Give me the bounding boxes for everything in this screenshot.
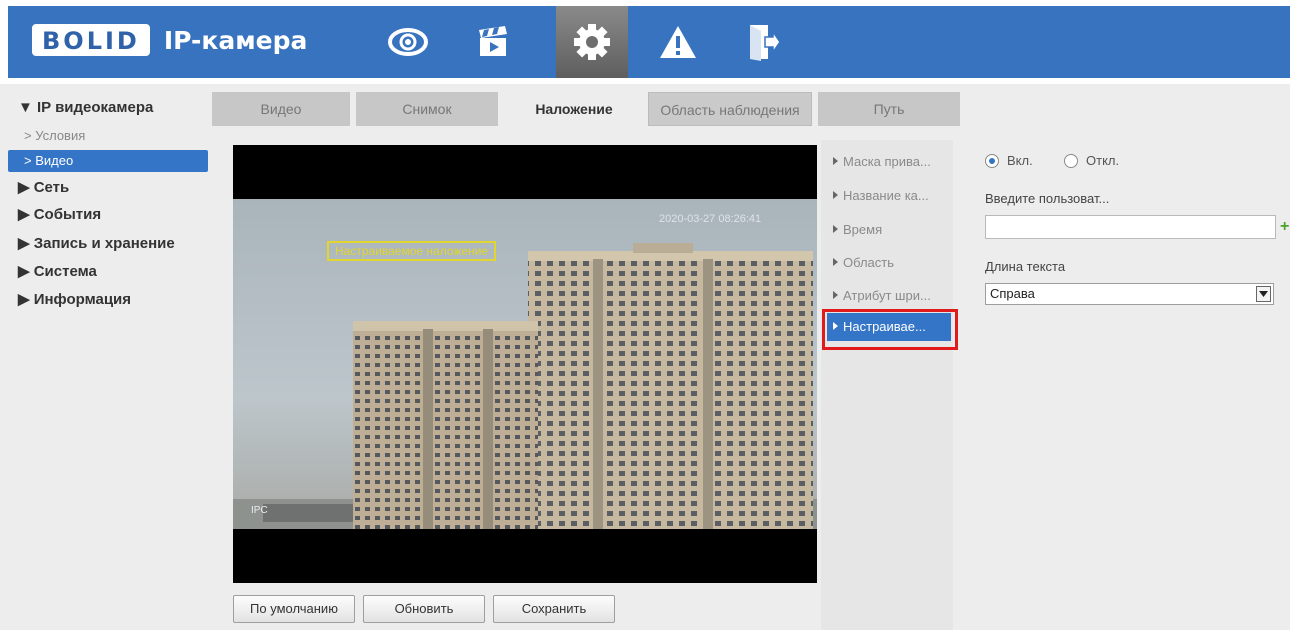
gear-icon [574, 24, 610, 60]
text-length-label: Длина текста [985, 259, 1066, 274]
radio-on[interactable]: Вкл. [985, 153, 1033, 168]
tab-snapshot[interactable]: Снимок [356, 92, 498, 126]
warning-icon [660, 26, 696, 58]
submenu-item-label: Название ка... [843, 188, 929, 203]
tab-overlay[interactable]: Наложение [504, 92, 644, 126]
sidebar-item-video[interactable]: > Видео [8, 150, 208, 172]
triangle-right-icon [833, 291, 838, 299]
video-timestamp: 2020-03-27 08:26:41 [659, 213, 762, 225]
triangle-right-icon [833, 157, 838, 165]
eye-icon [388, 28, 428, 56]
logo: BOLID IP-камера [32, 24, 307, 56]
custom-text-input[interactable] [985, 215, 1276, 239]
tab-bar: Видео Снимок Наложение Область наблюдени… [212, 92, 1290, 126]
save-button[interactable]: Сохранить [493, 595, 615, 623]
radio-unselected-icon [1064, 153, 1078, 168]
submenu-item-time[interactable]: Время [827, 216, 951, 244]
custom-overlay-text[interactable]: Настраиваемое наложение [327, 241, 497, 261]
triangle-right-icon [833, 225, 838, 233]
sidebar-item-ip-camera[interactable]: ▼ IP видеокамера [8, 96, 208, 120]
submenu-item-label: Атрибут шри... [843, 288, 931, 303]
app-title: IP-камера [163, 25, 308, 55]
triangle-right-icon [833, 258, 838, 266]
text-length-value: Справа [990, 286, 1035, 301]
channel-title: IPC [251, 505, 268, 516]
header: BOLID IP-камера [0, 0, 1290, 84]
settings-nav[interactable] [556, 6, 628, 78]
triangle-right-icon [833, 191, 838, 199]
submenu-item-label: Маска прива... [843, 154, 931, 169]
radio-selected-icon [985, 153, 999, 168]
tab-path[interactable]: Путь [818, 92, 960, 126]
live-view-nav[interactable] [372, 6, 444, 78]
sidebar-item-system[interactable]: ▶ Система [8, 260, 208, 284]
playback-nav[interactable] [458, 6, 530, 78]
buildings-image [233, 243, 817, 529]
tab-observation-area[interactable]: Область наблюдения [648, 92, 812, 126]
radio-off-label: Откл. [1086, 153, 1120, 168]
submenu-item-font-attribute[interactable]: Атрибут шри... [827, 282, 951, 310]
default-button[interactable]: По умолчанию [233, 595, 355, 623]
radio-on-label: Вкл. [1007, 153, 1033, 168]
submenu-item-label: Область [843, 255, 895, 270]
submenu-item-area[interactable]: Область [827, 249, 951, 277]
overlay-submenu: Маска прива... Название ка... Время Обла… [821, 140, 953, 630]
alarm-nav[interactable] [642, 6, 714, 78]
custom-overlay-settings: Вкл. Откл. Введите пользоват... + Длина … [968, 140, 1290, 630]
add-line-icon[interactable]: + [1280, 219, 1289, 235]
submenu-item-channel-name[interactable]: Название ка... [827, 182, 951, 210]
custom-text-label: Введите пользоват... [985, 191, 1110, 206]
sidebar: ▼ IP видеокамера > Условия > Видео ▶ Сет… [8, 92, 208, 630]
brand-logo: BOLID [32, 24, 150, 56]
sidebar-item-information[interactable]: ▶ Информация [8, 288, 208, 312]
submenu-item-label: Время [843, 222, 883, 237]
selection-highlight-box [822, 309, 958, 350]
sidebar-item-events[interactable]: ▶ События [8, 203, 208, 227]
clapperboard-icon [479, 26, 507, 56]
video-preview: Настраиваемое наложение 2020-03-27 08:26… [233, 145, 817, 583]
text-length-select[interactable]: Справа [985, 283, 1274, 305]
refresh-button[interactable]: Обновить [363, 595, 485, 623]
logout-nav[interactable] [728, 6, 800, 78]
exit-icon [750, 25, 781, 61]
radio-off[interactable]: Откл. [1064, 153, 1119, 168]
chevron-down-icon[interactable] [1256, 286, 1271, 302]
submenu-item-privacy-mask[interactable]: Маска прива... [827, 148, 951, 176]
sidebar-item-storage[interactable]: ▶ Запись и хранение [8, 232, 208, 256]
sidebar-item-network[interactable]: ▶ Сеть [8, 176, 208, 200]
tab-video[interactable]: Видео [212, 92, 350, 126]
sidebar-item-conditions[interactable]: > Условия [8, 125, 208, 147]
camera-scene: Настраиваемое наложение 2020-03-27 08:26… [233, 199, 817, 529]
